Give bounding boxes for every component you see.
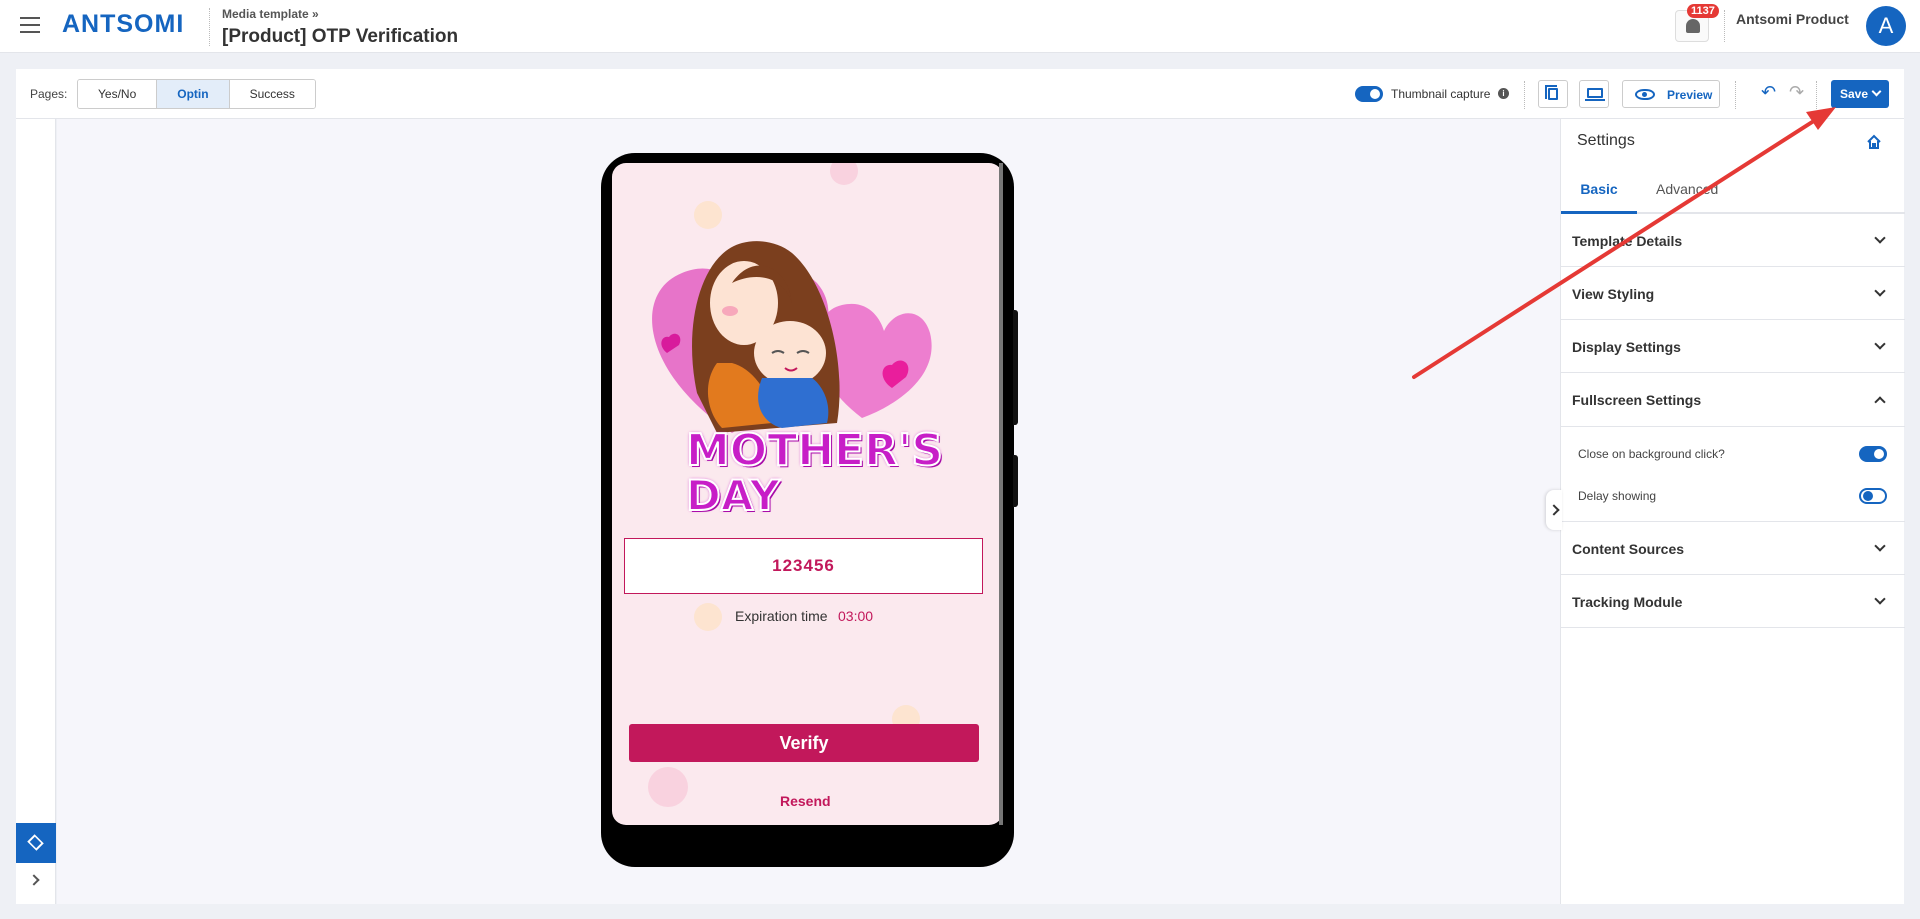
chevron-down-icon[interactable] — [1871, 86, 1882, 97]
fullscreen-options: Close on background click? Delay showing — [1561, 426, 1905, 522]
section-label: View Styling — [1572, 286, 1655, 302]
settings-title: Settings — [1577, 132, 1635, 149]
chevron-down-icon — [1874, 338, 1886, 350]
page-tab-optin[interactable]: Optin — [157, 80, 230, 108]
thumbnail-capture-toggle[interactable] — [1355, 86, 1383, 102]
page-tab-yes-no[interactable]: Yes/No — [78, 80, 158, 108]
tab-basic[interactable]: Basic — [1561, 167, 1637, 214]
delay-showing-label: Delay showing — [1578, 489, 1657, 503]
layers-icon — [27, 834, 44, 851]
page-tab-success[interactable]: Success — [229, 80, 315, 108]
breadcrumb[interactable]: Media template » — [222, 7, 319, 21]
chevron-down-icon — [1874, 540, 1886, 552]
close-on-bg-label: Close on background click? — [1578, 447, 1725, 461]
settings-panel: Settings Basic Advanced Template Details… — [1560, 119, 1905, 904]
preview-button[interactable]: Preview — [1622, 80, 1720, 108]
bell-icon — [1686, 19, 1700, 33]
settings-tabs: Basic Advanced — [1561, 167, 1905, 214]
expiration-label: Expiration time — [735, 608, 828, 624]
section-fullscreen-settings[interactable]: Fullscreen Settings — [1561, 373, 1905, 426]
phone-screen: MOTHER'S DAY 123456 Expiration time 03:0… — [612, 163, 1003, 825]
section-template-details[interactable]: Template Details — [1561, 214, 1905, 267]
decorative-flower — [830, 163, 858, 185]
avatar[interactable]: A — [1866, 6, 1906, 46]
phone-side-button — [1013, 455, 1018, 507]
chevron-down-icon — [1874, 232, 1886, 244]
decorative-flower — [648, 767, 688, 807]
chevron-down-icon — [1874, 285, 1886, 297]
antsomi-logo[interactable]: ANTSOMI — [62, 10, 184, 39]
home-icon[interactable] — [1866, 134, 1882, 150]
phone-scrollbar[interactable] — [999, 163, 1003, 825]
account-name[interactable]: Antsomi Product — [1736, 11, 1849, 27]
info-icon[interactable]: i — [1498, 88, 1509, 99]
notification-badge: 1137 — [1687, 4, 1719, 18]
section-view-styling[interactable]: View Styling — [1561, 267, 1905, 320]
resend-link[interactable]: Resend — [780, 793, 831, 809]
section-content-sources[interactable]: Content Sources — [1561, 522, 1905, 575]
save-button[interactable]: Save — [1831, 80, 1889, 108]
expand-rail-icon[interactable] — [28, 874, 40, 886]
page-tabs: Yes/No Optin Success — [77, 79, 316, 109]
left-rail — [16, 119, 56, 904]
otp-input[interactable]: 123456 — [624, 538, 983, 594]
duplicate-button[interactable] — [1538, 80, 1568, 108]
hero-title-line2: DAY — [685, 470, 781, 521]
layers-button[interactable] — [16, 823, 56, 863]
eye-icon — [1635, 89, 1655, 100]
tab-advanced[interactable]: Advanced — [1656, 167, 1718, 214]
hero-title-line1: MOTHER'S — [685, 424, 944, 477]
collapse-settings-handle[interactable] — [1546, 490, 1562, 530]
device-view-button[interactable] — [1579, 80, 1609, 108]
copy-icon — [1545, 85, 1558, 100]
pages-label: Pages: — [30, 87, 68, 101]
laptop-icon — [1585, 88, 1605, 101]
phone-side-button — [1013, 310, 1018, 425]
toolbar-divider — [1524, 81, 1525, 109]
section-display-settings[interactable]: Display Settings — [1561, 320, 1905, 373]
toolbar-divider — [1816, 81, 1817, 109]
page-title: [Product] OTP Verification — [222, 26, 459, 47]
delay-showing-toggle[interactable] — [1859, 488, 1887, 504]
decorative-flower — [694, 603, 722, 631]
header-divider — [1724, 10, 1725, 42]
preview-label: Preview — [1667, 88, 1713, 102]
redo-icon[interactable]: ↷ — [1789, 83, 1804, 101]
section-label: Display Settings — [1572, 339, 1681, 355]
hamburger-icon[interactable] — [20, 17, 40, 33]
expiration-timer: 03:00 — [838, 608, 874, 624]
app-header: ANTSOMI Media template » [Product] OTP V… — [0, 0, 1920, 53]
editor-toolbar: Pages: Yes/No Optin Success Thumbnail ca… — [16, 69, 1904, 119]
undo-icon[interactable]: ↶ — [1761, 83, 1776, 101]
close-on-bg-toggle[interactable] — [1859, 446, 1887, 462]
section-label: Tracking Module — [1572, 594, 1683, 610]
section-label: Content Sources — [1572, 541, 1685, 557]
chevron-down-icon — [1874, 593, 1886, 605]
verify-button[interactable]: Verify — [629, 724, 979, 762]
section-label: Template Details — [1572, 233, 1683, 249]
section-label: Fullscreen Settings — [1572, 392, 1702, 408]
thumbnail-capture-label: Thumbnail capture — [1391, 87, 1491, 101]
toolbar-divider — [1735, 81, 1736, 109]
save-label: Save — [1840, 87, 1869, 101]
header-divider — [209, 8, 210, 46]
section-tracking-module[interactable]: Tracking Module — [1561, 575, 1905, 628]
chevron-up-icon — [1874, 396, 1886, 408]
